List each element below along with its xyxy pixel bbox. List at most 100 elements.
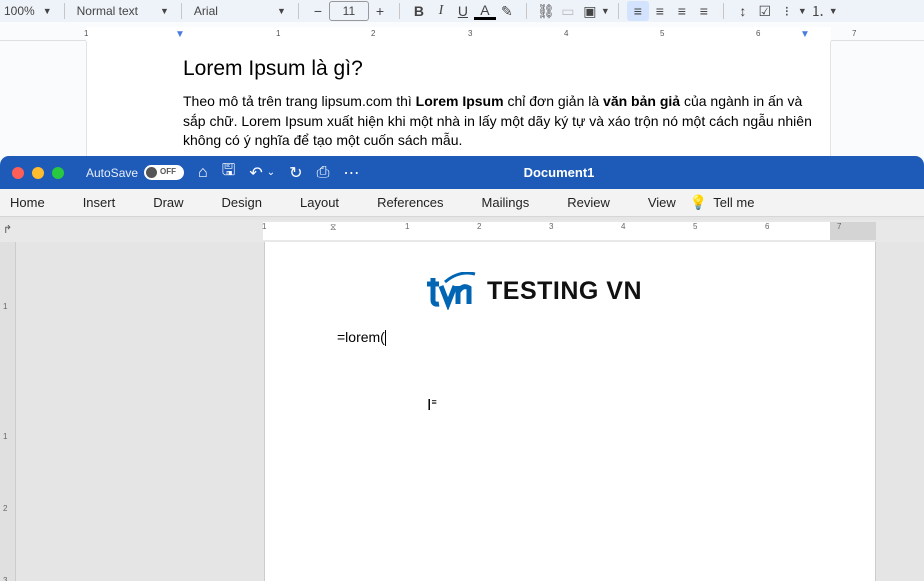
tab-selector-icon[interactable]: ↱ [3, 223, 12, 236]
google-docs-window: 100% ▼ Normal text ▼ Arial ▼ − 11 + B I U A… [0, 0, 924, 161]
tell-me[interactable]: Tell me [713, 195, 754, 210]
decrease-font-size-button[interactable]: − [307, 1, 329, 21]
toolbar-divider [180, 3, 182, 19]
paragraph-text: Theo mô tả trên trang lipsum.com thì [183, 93, 416, 109]
ruler-page-area [86, 27, 831, 41]
style-select[interactable]: Normal text ▼ [73, 0, 173, 22]
tab-mailings[interactable]: Mailings [482, 195, 530, 210]
justify-icon[interactable]: ≡ [693, 1, 715, 21]
bold-text: Lorem Ipsum [415, 93, 504, 109]
tab-view[interactable]: View [648, 195, 676, 210]
gdocs-page[interactable]: Lorem Ipsum là gì? Theo mô tả trên trang… [86, 41, 831, 161]
close-icon[interactable] [12, 166, 24, 179]
ruler-number: 6 [765, 222, 770, 231]
typed-text[interactable]: =lorem( [337, 329, 386, 347]
ruler-number: 3 [549, 222, 554, 231]
paragraph-text: chỉ đơn giản là [503, 93, 604, 109]
tab-references[interactable]: References [377, 195, 443, 210]
ruler-number: 7 [852, 29, 857, 38]
ribbon-tabs: Home Insert Draw Design Layout Reference… [0, 189, 924, 217]
caret-down-icon: ▼ [797, 6, 807, 16]
tab-review[interactable]: Review [567, 195, 610, 210]
chevron-down-icon[interactable]: ⌄ [267, 167, 275, 178]
autosave-label: AutoSave [86, 165, 139, 180]
ruler-number: 3 [468, 29, 473, 38]
print-icon[interactable]: ⎙ [317, 164, 330, 182]
typed-text-value: =lorem( [337, 329, 385, 345]
ruler-number: 1 [3, 432, 8, 441]
tab-insert[interactable]: Insert [83, 195, 116, 210]
zoom-select[interactable]: 100% ▼ [0, 0, 56, 22]
ruler-number: 2 [3, 504, 8, 513]
testing-vn-logo: TESTING VN [425, 272, 642, 310]
redo-icon[interactable]: ↻ [289, 163, 302, 183]
ruler-number: 5 [693, 222, 698, 231]
caret-down-icon: ▼ [276, 6, 286, 16]
autosave-state: OFF [160, 167, 177, 176]
ruler-number: 1 [84, 29, 89, 38]
zoom-value: 100% [4, 4, 35, 18]
toolbar-divider [617, 3, 619, 19]
bold-text: văn bản giả [603, 93, 681, 109]
ruler-number: 2 [371, 29, 376, 38]
maximize-icon[interactable] [52, 166, 64, 179]
numbered-list-icon[interactable]: ⒈ [807, 1, 829, 21]
tab-draw[interactable]: Draw [153, 195, 183, 210]
caret-down-icon: ▼ [600, 6, 610, 16]
text-color-icon[interactable]: A [473, 2, 496, 20]
underline-icon[interactable]: U [452, 1, 474, 21]
line-spacing-icon[interactable]: ↕ [732, 1, 754, 21]
toggle-knob [146, 167, 158, 178]
tab-design[interactable]: Design [222, 195, 262, 210]
right-indent-marker-icon[interactable]: ▼ [800, 29, 810, 40]
tab-home[interactable]: Home [10, 195, 45, 210]
bulleted-list-icon[interactable]: ⁝ [776, 1, 798, 21]
toolbar-divider [398, 3, 400, 19]
ruler-number: 7 [837, 222, 842, 231]
tab-layout[interactable]: Layout [300, 195, 339, 210]
align-right-icon[interactable]: ≡ [671, 1, 693, 21]
italic-icon[interactable]: I [430, 1, 452, 21]
indent-marker-icon[interactable]: ⧖ [330, 222, 336, 233]
bold-icon[interactable]: B [408, 1, 430, 21]
logo-text: TESTING VN [487, 276, 643, 305]
word-page[interactable]: TESTING VN =lorem( I≡ [264, 242, 876, 581]
comment-icon[interactable]: ▭ [557, 1, 579, 21]
ruler-number: 1 [3, 302, 8, 311]
vertical-ruler[interactable]: 1 1 2 3 [0, 242, 16, 581]
align-left-icon[interactable]: ≡ [626, 1, 649, 21]
ruler-number: 4 [564, 29, 569, 38]
document-title: Document1 [523, 165, 595, 180]
minimize-icon[interactable] [32, 166, 44, 179]
ruler-text-area [263, 222, 830, 240]
link-icon[interactable]: ⛓ [535, 1, 557, 21]
toolbar-divider [525, 3, 527, 19]
caret-down-icon: ▼ [42, 6, 52, 16]
tvn-logo-icon [427, 272, 476, 310]
toolbar-divider [63, 3, 65, 19]
highlight-icon[interactable]: ✎ [496, 1, 518, 21]
save-icon[interactable]: 🖫 [222, 159, 236, 186]
indent-marker-icon[interactable]: ▼ [175, 29, 185, 40]
page-heading: Lorem Ipsum là gì? [183, 57, 363, 80]
gdocs-toolbar: 100% ▼ Normal text ▼ Arial ▼ − 11 + B I U A… [0, 0, 924, 22]
autosave-toggle[interactable]: OFF [144, 165, 185, 180]
increase-font-size-button[interactable]: + [369, 1, 391, 21]
ruler-number: 1 [262, 222, 267, 231]
caret-down-icon: ▼ [159, 6, 169, 16]
checklist-icon[interactable]: ☑ [754, 1, 776, 21]
more-icon[interactable]: ⋯ [343, 163, 359, 183]
ruler-number: 6 [756, 29, 761, 38]
toolbar-divider [297, 3, 299, 19]
undo-icon[interactable]: ↶ [249, 163, 262, 183]
word-window: AutoSave OFF ⌂ 🖫 ↶ ⌄ ↻ ⎙ ⋯ Document1 Hom… [0, 156, 924, 581]
align-center-icon[interactable]: ≡ [649, 1, 671, 21]
font-select[interactable]: Arial ▼ [190, 0, 290, 22]
ruler-number: 1 [276, 29, 281, 38]
word-ruler[interactable]: ↱ ⧖ 1 1 2 3 4 5 6 7 [0, 220, 924, 242]
image-icon[interactable]: ▣ [579, 1, 601, 21]
home-icon[interactable]: ⌂ [198, 164, 208, 182]
lightbulb-icon: 💡 [689, 194, 708, 210]
gdocs-ruler[interactable]: 1 ▼ 1 2 3 4 5 6 ▼ 7 [0, 27, 924, 41]
font-size-input[interactable]: 11 [328, 1, 369, 21]
